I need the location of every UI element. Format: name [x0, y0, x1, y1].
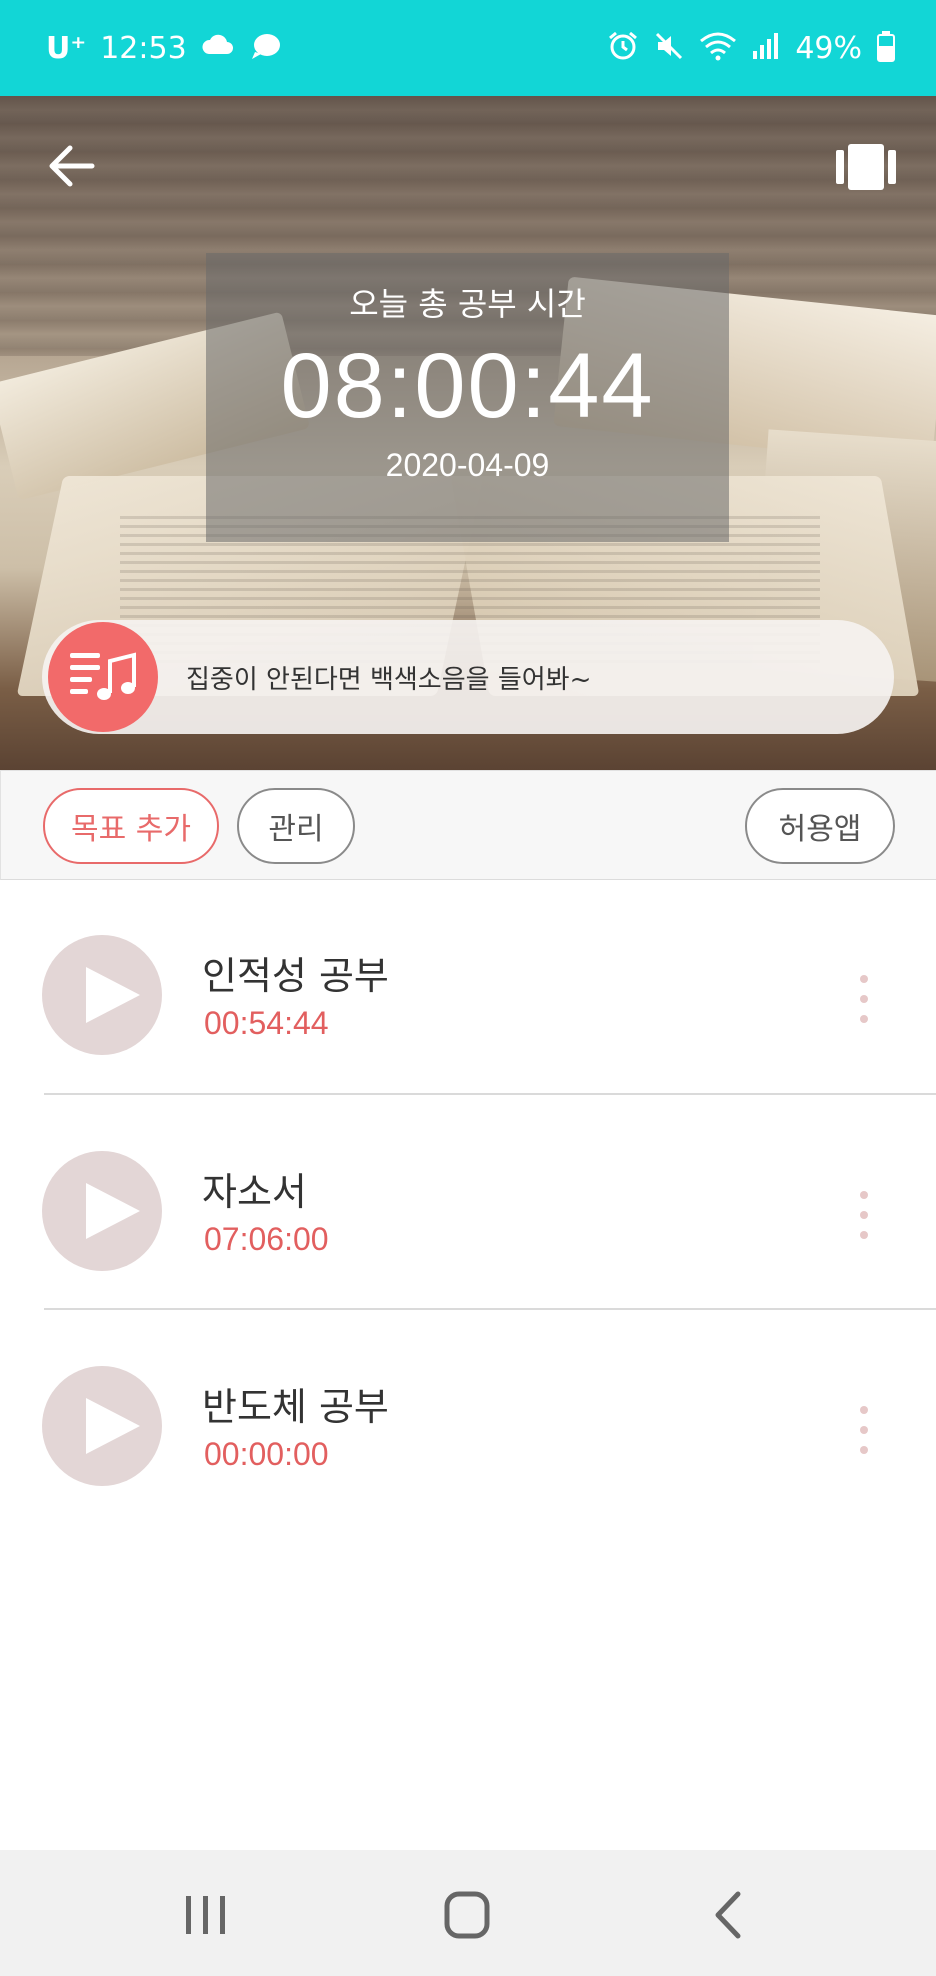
timer-date: 2020-04-09: [385, 447, 550, 483]
action-bar: 목표 추가 관리 허용앱: [0, 770, 936, 880]
list-item[interactable]: 인적성 공부 00:54:44: [0, 881, 936, 1097]
timer-title: 오늘 총 공부 시간: [349, 285, 586, 323]
task-time: 07:06:00: [204, 1221, 329, 1257]
battery-percent: 49%: [795, 30, 862, 66]
list-item[interactable]: 자소서 07:06:00: [0, 1097, 936, 1313]
signal-icon: [751, 31, 781, 66]
more-options-icon[interactable]: [846, 1402, 882, 1458]
task-time: 00:54:44: [204, 1005, 329, 1041]
task-time: 00:00:00: [204, 1436, 329, 1472]
battery-icon: [876, 30, 896, 67]
chat-icon: [249, 32, 283, 65]
carrier-label: U⁺: [46, 30, 87, 66]
home-icon[interactable]: [437, 1888, 497, 1942]
task-name: 반도체 공부: [202, 1385, 389, 1429]
total-study-time-panel: 오늘 총 공부 시간 08:00:44 2020-04-09: [206, 253, 729, 542]
play-button[interactable]: [42, 935, 162, 1055]
divider: [44, 1308, 936, 1310]
status-bar: U⁺ 12:53 49%: [0, 0, 936, 96]
clock: 12:53: [100, 30, 187, 66]
back-icon[interactable]: [700, 1888, 760, 1942]
timer-value: 08:00:44: [280, 335, 655, 437]
recent-apps-icon[interactable]: [176, 1888, 236, 1942]
music-list-icon[interactable]: [48, 622, 158, 732]
white-noise-text: 집중이 안된다면 백색소음을 들어봐~: [186, 664, 592, 695]
white-noise-banner[interactable]: 집중이 안된다면 백색소음을 들어봐~: [42, 620, 894, 734]
back-arrow-icon[interactable]: [44, 138, 100, 194]
manage-button[interactable]: 관리: [237, 788, 355, 864]
divider: [44, 1093, 936, 1095]
cloud-icon: [201, 34, 235, 63]
alarm-icon: [607, 30, 639, 67]
card-switch-icon[interactable]: [836, 142, 896, 192]
mute-icon: [653, 30, 685, 67]
add-goal-button[interactable]: 목표 추가: [43, 788, 219, 864]
hero-banner: 오늘 총 공부 시간 08:00:44 2020-04-09 집중이 안된다면 …: [0, 96, 936, 770]
system-nav-bar: [0, 1850, 936, 1976]
play-button[interactable]: [42, 1366, 162, 1486]
list-item[interactable]: 반도체 공부 00:00:00: [0, 1312, 936, 1528]
more-options-icon[interactable]: [846, 1187, 882, 1243]
allowed-apps-button[interactable]: 허용앱: [745, 788, 895, 864]
task-name: 자소서: [202, 1170, 307, 1214]
task-name: 인적성 공부: [202, 954, 389, 998]
wifi-icon: [699, 31, 737, 66]
play-button[interactable]: [42, 1151, 162, 1271]
more-options-icon[interactable]: [846, 971, 882, 1027]
